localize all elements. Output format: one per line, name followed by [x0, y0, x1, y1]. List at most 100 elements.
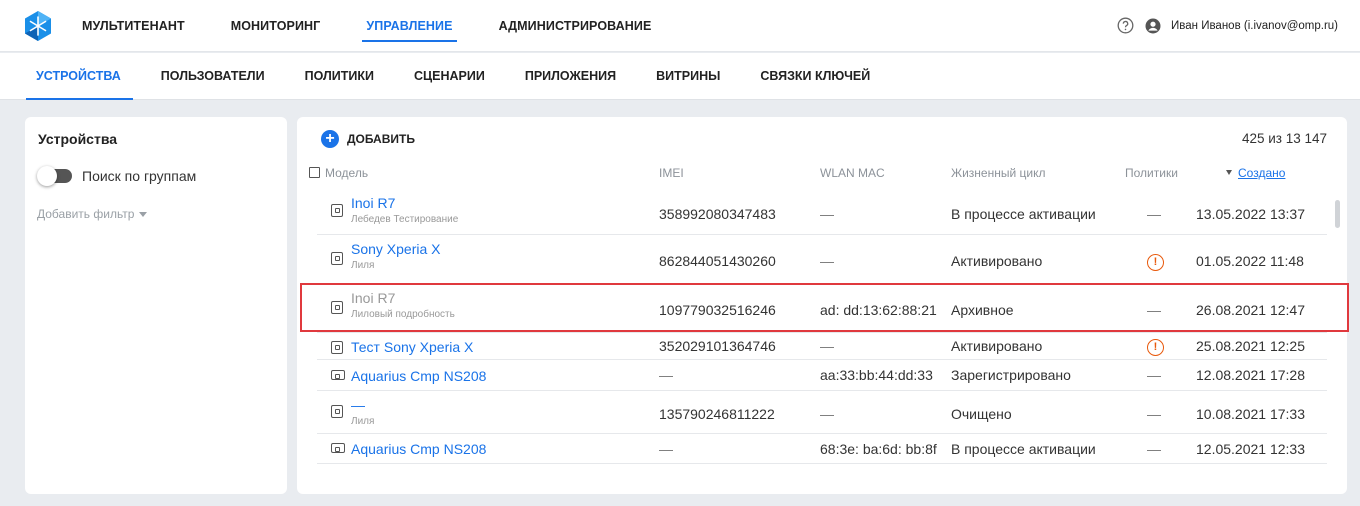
phone-icon [331, 301, 343, 314]
table-row[interactable]: Inoi R7 Лиловый подробность 10977903251624… [297, 284, 1347, 333]
column-wlan-mac[interactable]: WLAN MAC [820, 166, 885, 180]
device-created-date: 01.05.2022 11:48 [1196, 253, 1304, 269]
device-lifecycle-status: В процессе активации [951, 206, 1096, 222]
device-imei: 358992080347483 [659, 206, 776, 222]
tab-devices[interactable]: УСТРОЙСТВА [26, 53, 133, 100]
device-created-date: 10.08.2021 17:33 [1196, 406, 1305, 422]
table-row[interactable]: Sony Xperia X Лиля 862844051430260 — Активир… [297, 235, 1347, 284]
device-wlan-mac: — [820, 206, 834, 222]
filter-panel: Устройства Поиск по группам Добавить фил… [25, 117, 287, 494]
device-model-link[interactable]: Тест Sony Xperia X [351, 339, 473, 355]
account-icon [1145, 18, 1161, 34]
device-imei: 862844051430260 [659, 253, 776, 269]
device-model-link[interactable]: Sony Xperia X [351, 241, 441, 257]
device-policy-status: ! [1147, 337, 1164, 356]
device-created-date: 12.08.2021 17:28 [1196, 367, 1305, 383]
tab-keychains[interactable]: СВЯЗКИ КЛЮЧЕЙ [760, 53, 870, 100]
top-bar: МУЛЬТИТЕНАНТ МОНИТОРИНГ УПРАВЛЕНИЕ АДМИН… [0, 0, 1360, 52]
table-row[interactable]: — Лиля 135790246811222 — Очищено 10.08.2021 1… [297, 391, 1347, 434]
device-wlan-mac: ad: dd:13:62:88:21 [820, 302, 937, 318]
device-wlan-mac: — [820, 338, 834, 354]
help-icon[interactable] [1117, 17, 1134, 34]
policy-warning-icon[interactable]: ! [1147, 339, 1164, 356]
group-search-toggle[interactable] [37, 166, 72, 186]
device-policy-status: — [1147, 206, 1161, 222]
device-imei: 352029101364746 [659, 338, 776, 354]
policy-warning-icon[interactable]: ! [1147, 254, 1164, 271]
plus-circle-icon: + [321, 130, 339, 148]
phone-icon [331, 252, 343, 265]
tab-showcases[interactable]: ВИТРИНЫ [656, 53, 720, 100]
app-logo-icon[interactable] [22, 10, 54, 42]
column-policies[interactable]: Политики [1125, 166, 1178, 180]
device-model-link[interactable]: Aquarius Cmp NS208 [351, 441, 486, 457]
nav-multitenant[interactable]: МУЛЬТИТЕНАНТ [82, 0, 185, 52]
tab-users[interactable]: ПОЛЬЗОВАТЕЛИ [161, 53, 265, 100]
device-model-link[interactable]: Aquarius Cmp NS208 [351, 368, 486, 384]
device-created-date: 26.08.2021 12:47 [1196, 302, 1305, 318]
tab-scenarios[interactable]: СЦЕНАРИИ [414, 53, 485, 100]
filter-panel-title: Устройства [38, 131, 118, 147]
add-filter-button[interactable]: Добавить фильтр [37, 207, 148, 221]
device-created-date: 13.05.2022 13:37 [1196, 206, 1305, 222]
device-lifecycle-status: Зарегистрировано [951, 367, 1071, 383]
phone-icon [331, 204, 343, 217]
top-nav: МУЛЬТИТЕНАНТ МОНИТОРИНГ УПРАВЛЕНИЕ АДМИН… [82, 0, 697, 52]
device-policy-status: — [1147, 302, 1161, 318]
group-search-label: Поиск по группам [82, 168, 197, 184]
tab-applications[interactable]: ПРИЛОЖЕНИЯ [525, 53, 616, 100]
table-row[interactable]: Aquarius Cmp NS208 — 68:3e: ba:6d: bb:8f В … [297, 434, 1347, 464]
device-imei: 109779032516246 [659, 302, 776, 318]
scrollbar[interactable] [1335, 200, 1340, 228]
device-policy-status: — [1147, 441, 1161, 457]
device-policy-status: — [1147, 406, 1161, 422]
nav-management[interactable]: УПРАВЛЕНИЕ [362, 0, 457, 52]
device-owner: Лебедев Тестирование [351, 214, 459, 225]
device-model-link[interactable]: Inoi R7 [351, 195, 395, 211]
column-model[interactable]: Модель [309, 166, 368, 180]
device-wlan-mac: — [820, 406, 834, 422]
device-wlan-mac: 68:3e: ba:6d: bb:8f [820, 441, 937, 457]
nav-monitoring[interactable]: МОНИТОРИНГ [231, 0, 321, 52]
device-imei: 135790246811222 [659, 406, 775, 422]
device-owner: Лиля [351, 416, 375, 427]
device-lifecycle-status: Очищено [951, 406, 1012, 422]
tablet-icon [331, 443, 345, 453]
device-created-date: 12.05.2021 12:33 [1196, 441, 1305, 457]
section-tabs: УСТРОЙСТВА ПОЛЬЗОВАТЕЛИ ПОЛИТИКИ СЦЕНАРИ… [0, 53, 1360, 100]
tab-policies[interactable]: ПОЛИТИКИ [305, 53, 374, 100]
table-row[interactable]: Inoi R7 Лебедев Тестирование 3589920803474… [297, 189, 1347, 235]
table-row[interactable]: Тест Sony Xperia X 352029101364746 — Активи… [297, 333, 1347, 360]
add-filter-label: Добавить фильтр [37, 207, 135, 221]
device-lifecycle-status: В процессе активации [951, 441, 1096, 457]
add-device-button[interactable]: + ДОБАВИТЬ [321, 130, 415, 148]
select-all-checkbox[interactable] [309, 167, 320, 178]
user-name: Иван Иванов (i.ivanov@omp.ru) [1171, 20, 1338, 32]
chevron-down-icon [139, 211, 148, 217]
device-owner: Лиля [351, 260, 375, 271]
table-header: Модель IMEI WLAN MAC Жизненный цикл Поли… [297, 162, 1347, 187]
user-menu[interactable]: Иван Иванов (i.ivanov@omp.ru) [1145, 0, 1338, 52]
column-lifecycle[interactable]: Жизненный цикл [951, 166, 1045, 180]
device-imei: — [659, 367, 673, 383]
column-imei[interactable]: IMEI [659, 166, 684, 180]
device-policy-status: ! [1147, 252, 1164, 271]
add-device-label: ДОБАВИТЬ [347, 132, 415, 146]
devices-table-panel: + ДОБАВИТЬ 425 из 13 147 Модель IMEI WLA… [297, 117, 1347, 494]
column-created-sort[interactable]: Создано [1226, 166, 1285, 180]
results-count: 425 из 13 147 [1241, 131, 1327, 146]
tablet-icon [331, 370, 345, 380]
phone-icon [331, 405, 343, 418]
device-model-link[interactable]: Inoi R7 [351, 290, 395, 306]
phone-icon [331, 341, 343, 354]
device-created-date: 25.08.2021 12:25 [1196, 338, 1305, 354]
device-model-link[interactable]: — [351, 397, 365, 413]
device-lifecycle-status: Архивное [951, 302, 1014, 318]
device-imei: — [659, 441, 673, 457]
nav-administration[interactable]: АДМИНИСТРИРОВАНИЕ [499, 0, 652, 52]
table-row[interactable]: Aquarius Cmp NS208 — aa:33:bb:44:dd:33 Заре… [297, 360, 1347, 391]
device-owner: Лиловый подробность [351, 309, 455, 320]
device-wlan-mac: — [820, 253, 834, 269]
device-wlan-mac: aa:33:bb:44:dd:33 [820, 367, 933, 383]
device-lifecycle-status: Активировано [951, 338, 1043, 354]
